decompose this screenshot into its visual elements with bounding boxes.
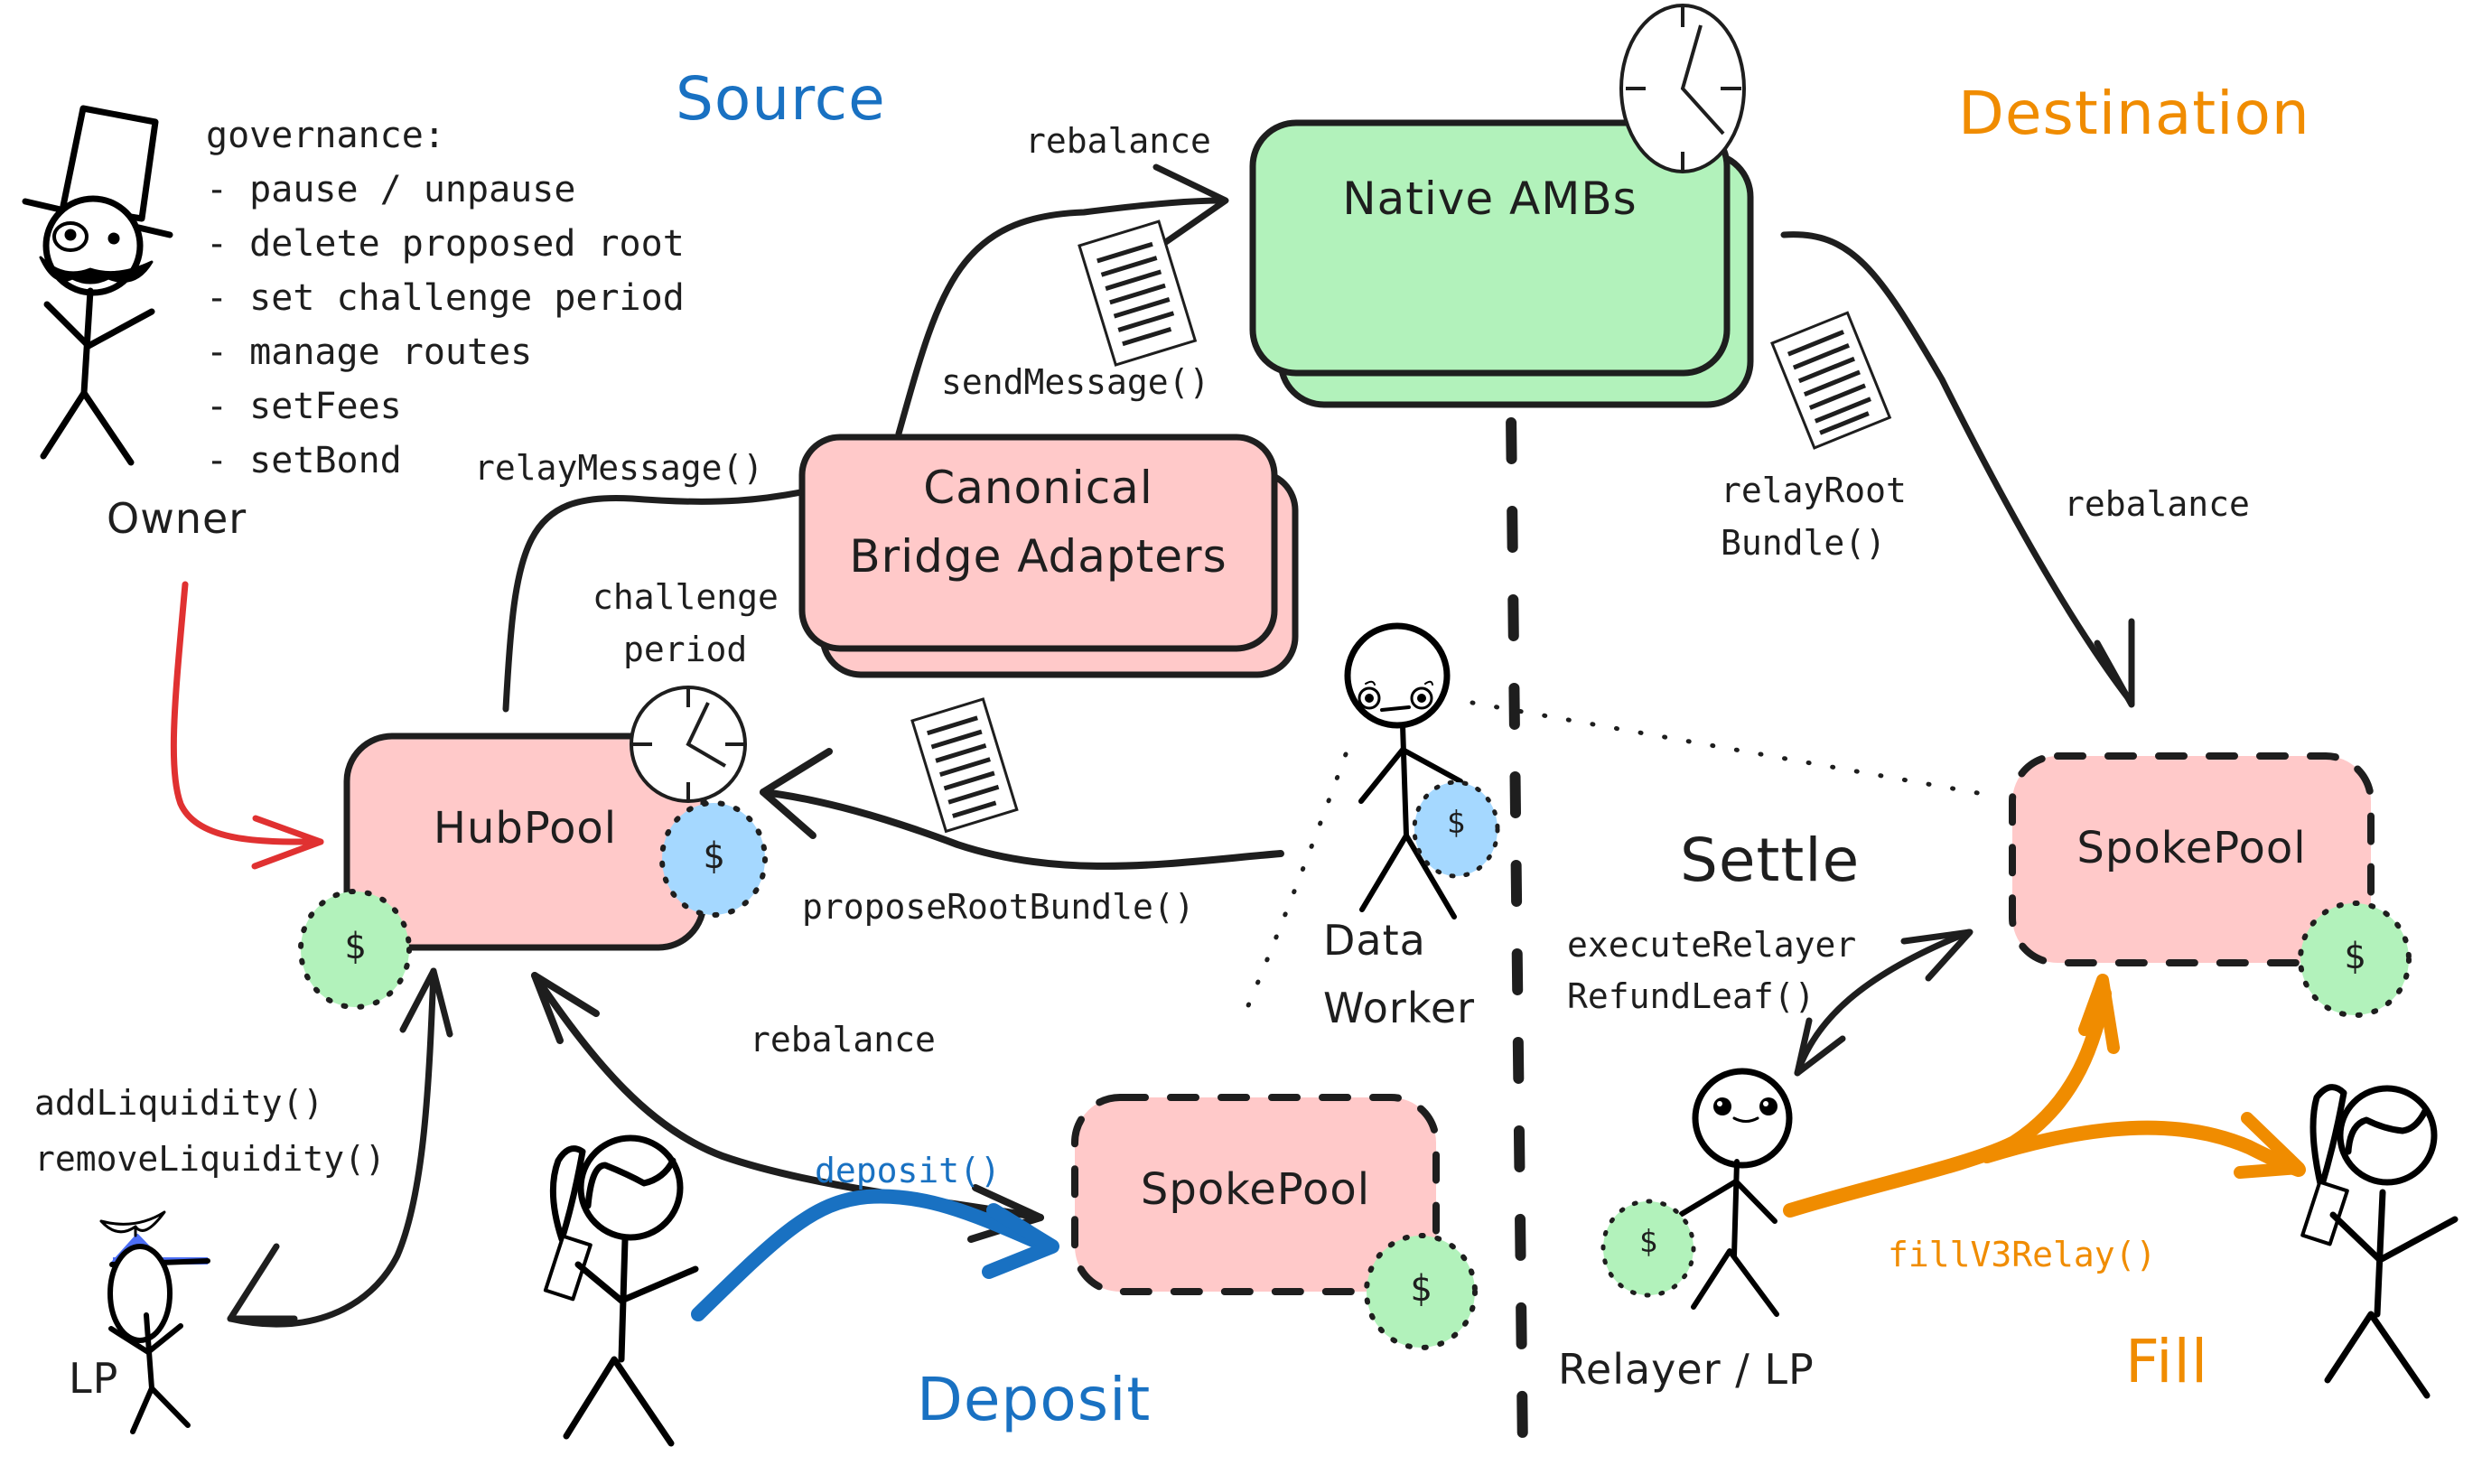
remove-liquidity-label: removeLiquidity() xyxy=(34,1139,386,1179)
dollar-coin-icon: $ xyxy=(343,926,367,967)
owner-label: Owner xyxy=(107,494,247,543)
owner-figure xyxy=(22,105,173,466)
document-icon xyxy=(1770,311,1892,450)
send-message-label: sendMessage() xyxy=(941,362,1210,402)
lp-label: LP xyxy=(69,1354,119,1403)
spoke-pool-destination-label: SpokePool xyxy=(2076,823,2307,873)
execute-refund-label-line1: executeRelayer xyxy=(1567,925,1857,965)
rebalance-arrow-amb-to-destination xyxy=(1780,231,2135,708)
section-title-destination: Destination xyxy=(1958,79,2310,148)
fill-relay-arrow xyxy=(1783,974,2306,1218)
governance-item: - setFees xyxy=(206,386,402,427)
spoke-pool-source-label: SpokePool xyxy=(1140,1164,1371,1215)
document-icon xyxy=(910,697,1019,834)
data-worker-label-line2: Worker xyxy=(1323,984,1476,1032)
challenge-period-label-line2: period xyxy=(623,630,748,669)
rebalance-label-hub-spoke: rebalance xyxy=(750,1020,936,1059)
relayer-figure xyxy=(1679,1068,1793,1317)
rebalance-label-destination: rebalance xyxy=(2064,484,2250,524)
section-title-settle: Settle xyxy=(1680,826,1861,895)
deposit-arrow xyxy=(691,1189,1059,1321)
section-title-source: Source xyxy=(676,64,886,134)
dollar-coin-icon: $ xyxy=(2343,936,2366,977)
governance-item: - pause / unpause xyxy=(206,169,576,210)
relayer-label: Relayer / LP xyxy=(1558,1345,1815,1394)
data-worker-label-line1: Data xyxy=(1323,916,1426,965)
recipient-figure xyxy=(2300,1084,2459,1399)
relay-root-bundle-label-line2: Bundle() xyxy=(1721,523,1887,563)
canonical-bridge-label-line2: Bridge Adapters xyxy=(849,530,1227,583)
dollar-coin-icon: $ xyxy=(1409,1268,1432,1310)
challenge-period-label-line1: challenge xyxy=(593,577,779,617)
challenge-period-clock-icon xyxy=(630,686,747,803)
rebalance-label-top: rebalance xyxy=(1025,121,1211,161)
data-worker-dotted-link-source xyxy=(1239,751,1348,1023)
deposit-label: deposit() xyxy=(815,1151,1001,1190)
relay-root-bundle-label-line1: relayRoot xyxy=(1721,471,1907,510)
execute-refund-label-line2: RefundLeaf() xyxy=(1567,976,1815,1016)
hub-pool-label: HubPool xyxy=(433,803,618,854)
governance-item: - setBond xyxy=(206,440,402,481)
depositor-figure xyxy=(543,1134,699,1447)
section-title-fill: Fill xyxy=(2125,1327,2209,1396)
data-worker-dotted-link-destination xyxy=(1470,700,1981,796)
governance-item: - set challenge period xyxy=(206,277,685,319)
native-ambs-clock-icon xyxy=(1619,4,1746,173)
owner-governance-arrow xyxy=(170,581,324,870)
propose-root-bundle-arrow xyxy=(760,748,1284,870)
dollar-coin-icon: $ xyxy=(1446,805,1466,841)
add-liquidity-label: addLiquidity() xyxy=(34,1083,324,1123)
native-ambs-label: Native AMBs xyxy=(1342,173,1638,225)
canonical-bridge-label-line1: Canonical xyxy=(923,462,1153,514)
section-title-deposit: Deposit xyxy=(917,1365,1152,1434)
governance-heading: governance: xyxy=(206,115,445,156)
relay-message-label: relayMessage() xyxy=(474,448,764,488)
governance-item: - manage routes xyxy=(206,331,533,373)
dollar-coin-icon: $ xyxy=(1638,1224,1658,1260)
fill-relay-label: fillV3Relay() xyxy=(1888,1235,2157,1274)
propose-root-bundle-label: proposeRootBundle() xyxy=(802,887,1195,927)
chain-divider xyxy=(1505,329,1528,1460)
dollar-coin-icon: $ xyxy=(702,835,725,877)
document-icon xyxy=(1078,219,1198,367)
governance-item: - delete proposed root xyxy=(206,223,685,265)
